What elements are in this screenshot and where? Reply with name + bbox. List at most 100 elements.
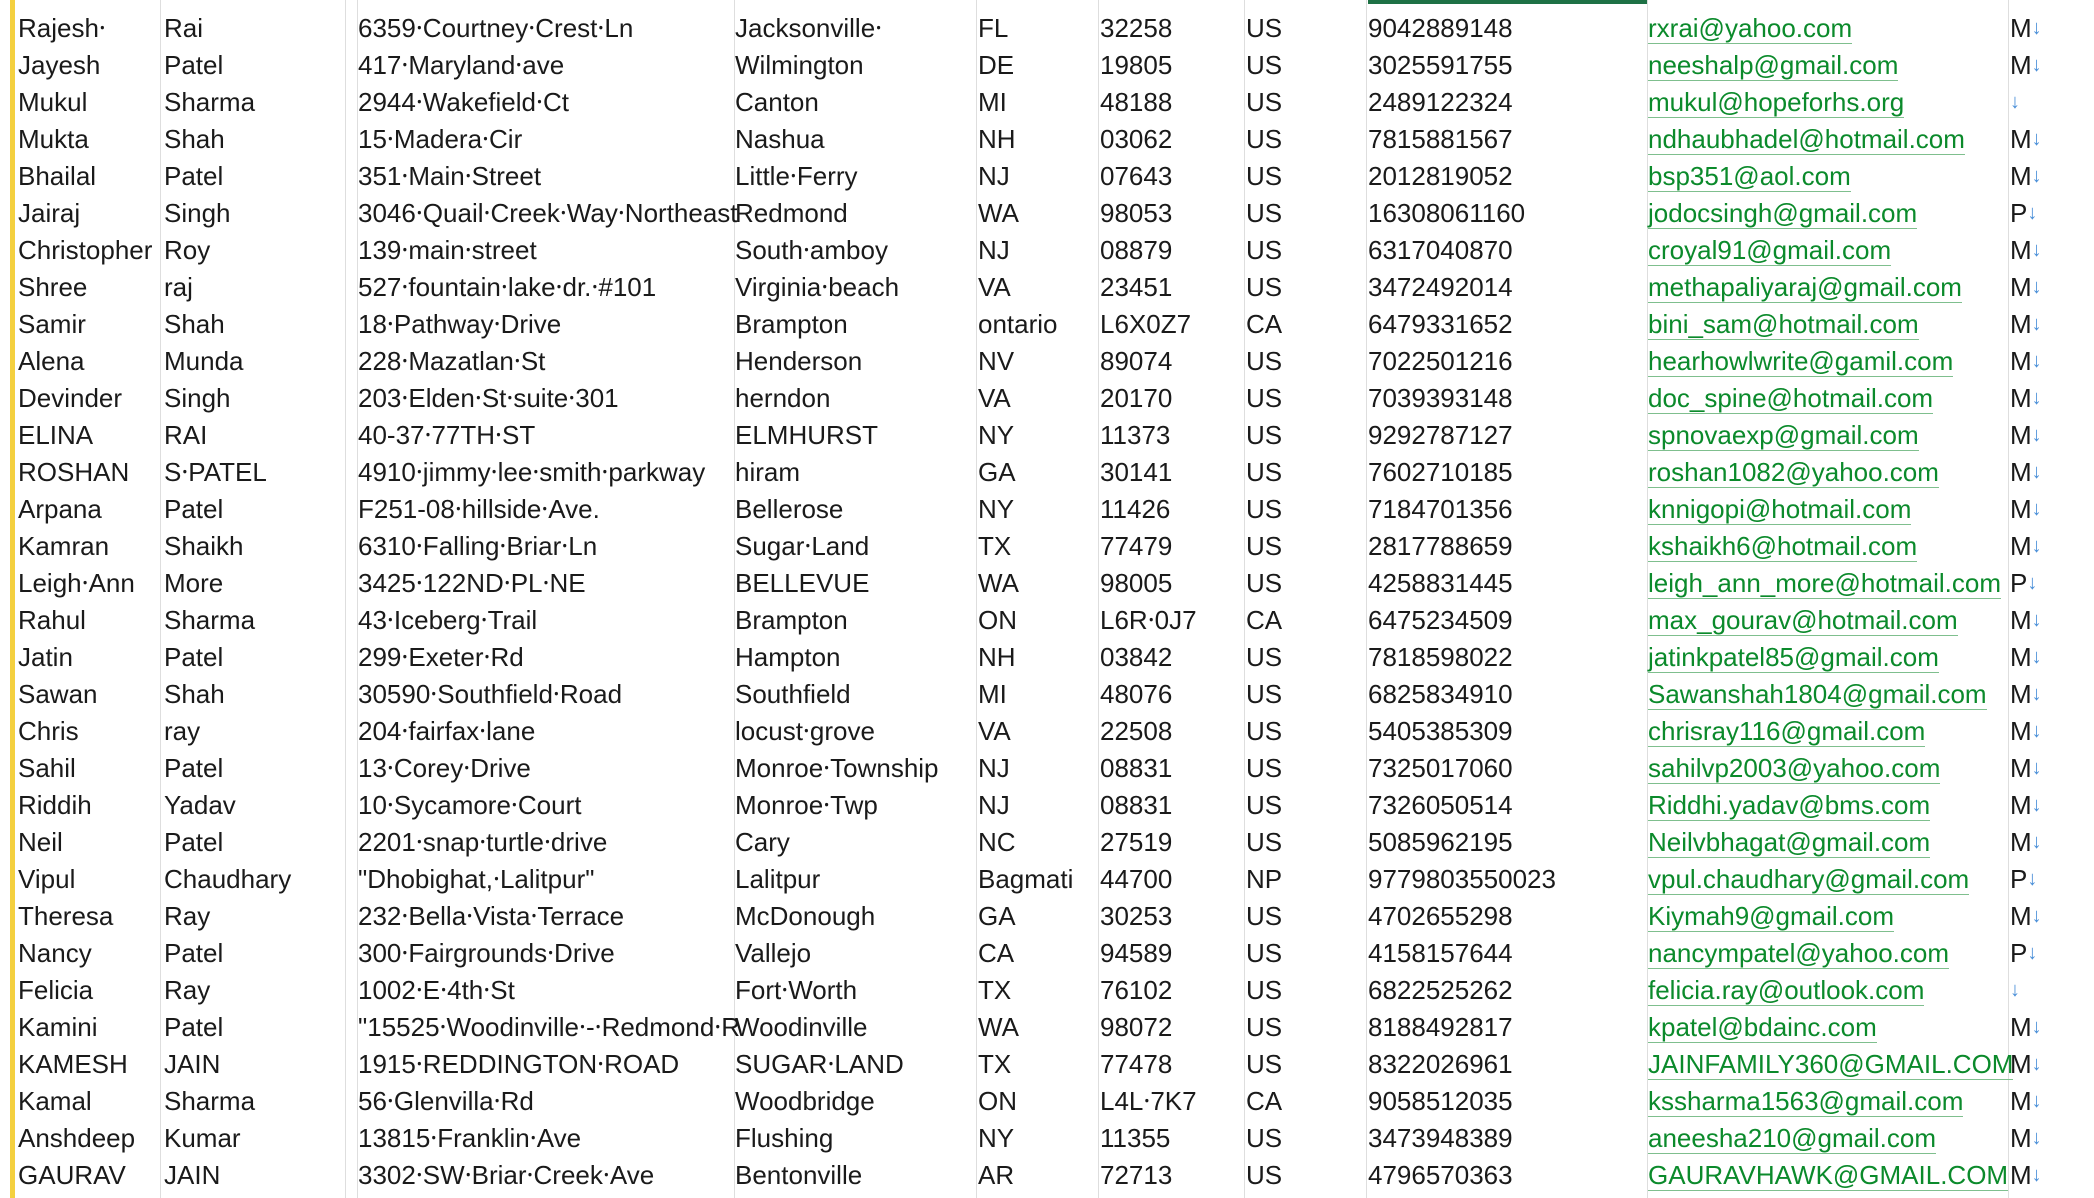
last-name-cell[interactable]: Patel [164,637,344,674]
zip-cell[interactable]: 76102 [1100,970,1244,1007]
phone-cell[interactable]: 4796570363 [1368,1155,1646,1192]
last-name-cell[interactable]: Patel [164,45,344,82]
state-cell[interactable]: DE [978,45,1098,82]
email-cell[interactable]: JAINFAMILY360@GMAIL.COM [1648,1044,2014,1081]
state-cell[interactable]: GA [978,896,1098,933]
state-cell[interactable]: NJ [978,230,1098,267]
country-cell[interactable]: US [1246,896,1366,933]
chevron-down-icon[interactable]: ↓ [2032,313,2042,335]
last-name-cell[interactable]: S⸱PATEL [164,452,344,489]
phone-cell[interactable]: 7184701356 [1368,489,1646,526]
last-name-cell[interactable]: Ray [164,970,344,1007]
last-name-cell[interactable]: JAIN [164,1155,344,1192]
zip-cell[interactable]: 94589 [1100,933,1244,970]
flag-cell[interactable]: M↓ [2010,230,2090,267]
country-cell[interactable]: US [1246,193,1366,230]
phone-cell[interactable]: 7039393148 [1368,378,1646,415]
chevron-down-icon[interactable]: ↓ [2032,609,2042,631]
last-name-cell[interactable]: RAI [164,415,344,452]
table-row[interactable]: Mukul Sharma 2944⸱Wakefield⸱Ct Canton MI 4818… [0,82,2094,119]
email-cell[interactable]: ndhaubhadel@hotmail.com [1648,119,2006,156]
zip-cell[interactable]: 98005 [1100,563,1244,600]
phone-cell[interactable]: 8188492817 [1368,1007,1646,1044]
address-cell[interactable]: "Dhobighat,⸱Lalitpur" [358,859,734,896]
state-cell[interactable]: TX [978,526,1098,563]
email-link[interactable]: jodocsingh@gmail.com [1648,198,1918,229]
address-cell[interactable]: 2944⸱Wakefield⸱Ct [358,82,734,119]
chevron-down-icon[interactable]: ↓ [2032,535,2042,557]
city-cell[interactable]: ELMHURST [735,415,976,452]
last-name-cell[interactable]: JAIN [164,1044,344,1081]
table-row[interactable]: ROSHAN S⸱PATEL 4910⸱jimmy⸱lee⸱smith⸱parkwa… [0,452,2094,489]
last-name-cell[interactable]: Patel [164,748,344,785]
phone-cell[interactable]: 2012819052 [1368,156,1646,193]
flag-cell[interactable]: P↓ [2010,193,2090,230]
table-row[interactable]: Christopher Roy 139⸱main⸱street South⸱amboy… [0,230,2094,267]
country-cell[interactable]: US [1246,156,1366,193]
first-name-cell[interactable]: Rajesh⸱ [18,8,164,45]
last-name-cell[interactable]: Patel [164,933,344,970]
email-link[interactable]: vpul.chaudhary@gmail.com [1648,864,1970,895]
chevron-down-icon[interactable]: ↓ [2032,128,2042,150]
address-cell[interactable]: 2201⸱snap⸱turtle⸱drive [358,822,734,859]
last-name-cell[interactable]: Shaikh [164,526,344,563]
first-name-cell[interactable]: Jatin [18,637,164,674]
last-name-cell[interactable]: raj [164,267,344,304]
country-cell[interactable]: CA [1246,600,1366,637]
chevron-down-icon[interactable]: ↓ [2027,202,2037,224]
email-cell[interactable]: knnigopi@hotmail.com [1648,489,2006,526]
table-row[interactable]: Arpana Patel F251-08⸱hillside⸱Ave. Belleros… [0,489,2094,526]
zip-cell[interactable]: 98072 [1100,1007,1244,1044]
table-row[interactable]: Rahul Sharma 43⸱Iceberg⸱Trail Brampton ON L6R… [0,600,2094,637]
phone-cell[interactable]: 6475234509 [1368,600,1646,637]
phone-cell[interactable]: 3473948389 [1368,1118,1646,1155]
table-row[interactable]: Anshdeep Kumar 13815⸱Franklin⸱Ave Flushing N… [0,1118,2094,1155]
country-cell[interactable]: US [1246,711,1366,748]
table-row[interactable]: Chris ray 204⸱fairfax⸱lane locust⸱grove VA 22… [0,711,2094,748]
table-row[interactable]: Devinder Singh 203⸱Elden⸱St⸱suite⸱301 hernd… [0,378,2094,415]
address-cell[interactable]: 3302⸱SW⸱Briar⸱Creek⸱Ave [358,1155,734,1192]
first-name-cell[interactable]: Felicia [18,970,164,1007]
country-cell[interactable]: US [1246,1007,1366,1044]
flag-cell[interactable]: M↓ [2010,1118,2090,1155]
address-cell[interactable]: 527⸱fountain⸱lake⸱dr.⸱#101 [358,267,734,304]
last-name-cell[interactable]: Patel [164,489,344,526]
city-cell[interactable]: Monroe⸱Twp [735,785,976,822]
state-cell[interactable]: VA [978,267,1098,304]
state-cell[interactable]: NJ [978,748,1098,785]
email-link[interactable]: methapaliyaraj@gmail.com [1648,272,1962,303]
flag-cell[interactable]: M↓ [2010,452,2090,489]
zip-cell[interactable]: 20170 [1100,378,1244,415]
city-cell[interactable]: South⸱amboy [735,230,976,267]
email-cell[interactable]: doc_spine@hotmail.com [1648,378,2006,415]
state-cell[interactable]: NV [978,341,1098,378]
table-row[interactable]: Felicia Ray 1002⸱E⸱4th⸱St Fort⸱Worth TX 76102… [0,970,2094,1007]
email-link[interactable]: mukul@hopeforhs.org [1648,87,1905,118]
first-name-cell[interactable]: Shree [18,267,164,304]
state-cell[interactable]: NC [978,822,1098,859]
email-link[interactable]: max_gourav@hotmail.com [1648,605,1958,636]
flag-cell[interactable]: ↓ [2010,82,2090,119]
flag-cell[interactable]: P↓ [2010,933,2090,970]
country-cell[interactable]: US [1246,267,1366,304]
country-cell[interactable]: US [1246,341,1366,378]
first-name-cell[interactable]: Bhailal [18,156,164,193]
zip-cell[interactable]: 30141 [1100,452,1244,489]
address-cell[interactable]: 3046⸱Quail⸱Creek⸱Way⸱Northeast [358,193,738,230]
chevron-down-icon[interactable]: ↓ [2032,54,2042,76]
country-cell[interactable]: CA [1246,1081,1366,1118]
first-name-cell[interactable]: Theresa [18,896,164,933]
email-cell[interactable]: jodocsingh@gmail.com [1648,193,2006,230]
country-cell[interactable]: US [1246,1044,1366,1081]
zip-cell[interactable]: 19805 [1100,45,1244,82]
zip-cell[interactable]: 08879 [1100,230,1244,267]
address-cell[interactable]: 30590⸱Southfield⸱Road [358,674,734,711]
email-link[interactable]: JAINFAMILY360@GMAIL.COM [1648,1049,2014,1080]
flag-cell[interactable]: M↓ [2010,45,2090,82]
table-row[interactable]: Kamini Patel "15525⸱Woodinville⸱-⸱Redmond⸱… [0,1007,2094,1044]
state-cell[interactable]: MI [978,674,1098,711]
email-cell[interactable]: spnovaexp@gmail.com [1648,415,2006,452]
phone-cell[interactable]: 2489122324 [1368,82,1646,119]
address-cell[interactable]: 417⸱Maryland⸱ave [358,45,734,82]
city-cell[interactable]: Brampton [735,304,976,341]
